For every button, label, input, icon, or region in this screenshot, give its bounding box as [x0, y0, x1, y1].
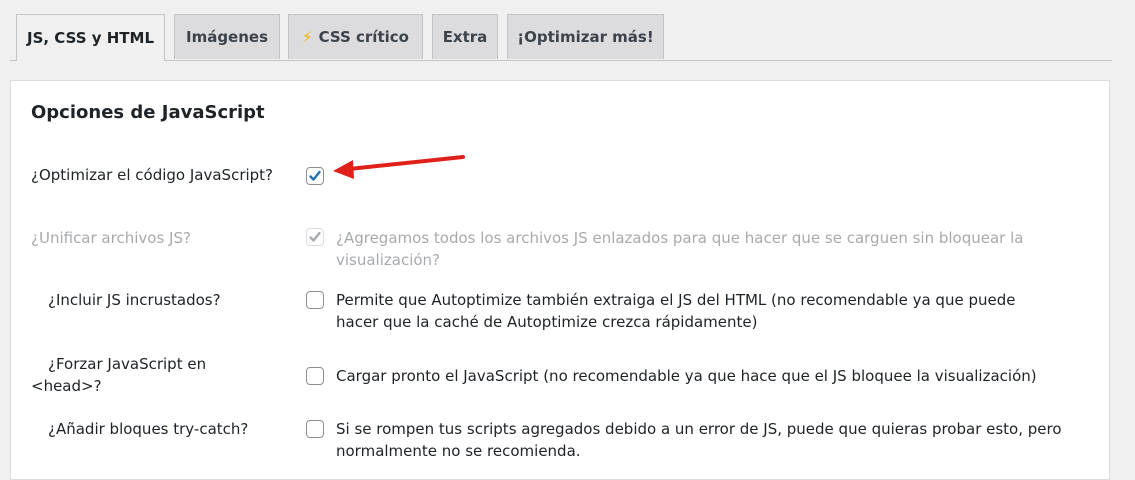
tab-label: CSS crítico [318, 28, 409, 46]
tab-js-css-html[interactable]: JS, CSS y HTML [16, 14, 165, 61]
section-title: Opciones de JavaScript [31, 102, 265, 123]
checkmark-icon [309, 170, 321, 181]
optimize-js-label: ¿Optimizar el código JavaScript? [31, 166, 274, 184]
javascript-options-panel: Opciones de JavaScript ¿Optimizar el cód… [10, 80, 1110, 480]
tab-label: ¡Optimizar más! [517, 28, 654, 46]
inline-js-label: ¿Incluir JS incrustados? [48, 291, 221, 309]
try-catch-checkbox[interactable] [306, 420, 324, 438]
inline-js-description: Permite que Autoptimize también extraiga… [336, 289, 1015, 333]
optimize-js-checkbox[interactable] [306, 167, 324, 185]
inline-js-checkbox[interactable] [306, 291, 324, 309]
label-line: ¿Forzar JavaScript en [48, 355, 207, 373]
aggregate-js-checkbox [306, 228, 324, 246]
checkmark-icon [309, 231, 321, 242]
description-line: visualización? [336, 251, 441, 269]
force-js-head-checkbox[interactable] [306, 367, 324, 385]
tab-extra[interactable]: Extra [432, 14, 498, 59]
lightning-icon: ⚡ [302, 28, 313, 46]
settings-tabs: JS, CSS y HTML Imágenes ⚡ CSS crítico Ex… [10, 14, 1112, 61]
description-line: hacer que la caché de Autoptimize crezca… [336, 313, 758, 331]
force-js-head-description: Cargar pronto el JavaScript (no recomend… [336, 367, 1037, 385]
annotation-arrow-icon [333, 155, 465, 179]
description-line: ¿Agregamos todos los archivos JS enlazad… [336, 229, 1024, 247]
description-line: normalmente no se recomienda. [336, 442, 581, 460]
tab-label: Imágenes [185, 28, 269, 46]
tab-label: Extra [442, 28, 488, 46]
force-js-head-label: ¿Forzar JavaScript en <head>? [31, 353, 206, 397]
tab-optimizar-mas[interactable]: ¡Optimizar más! [507, 14, 664, 59]
label-line: <head>? [31, 377, 102, 395]
tab-css-critico[interactable]: ⚡ CSS crítico [288, 14, 423, 59]
description-line: Permite que Autoptimize también extraiga… [336, 291, 1016, 309]
try-catch-label: ¿Añadir bloques try-catch? [48, 420, 249, 438]
try-catch-description: Si se rompen tus scripts agregados debid… [336, 418, 1062, 462]
aggregate-js-label: ¿Unificar archivos JS? [31, 229, 191, 247]
description-line: Si se rompen tus scripts agregados debid… [336, 420, 1062, 438]
aggregate-js-description: ¿Agregamos todos los archivos JS enlazad… [336, 227, 1023, 271]
tab-imagenes[interactable]: Imágenes [174, 14, 280, 59]
tab-label: JS, CSS y HTML [26, 29, 155, 47]
